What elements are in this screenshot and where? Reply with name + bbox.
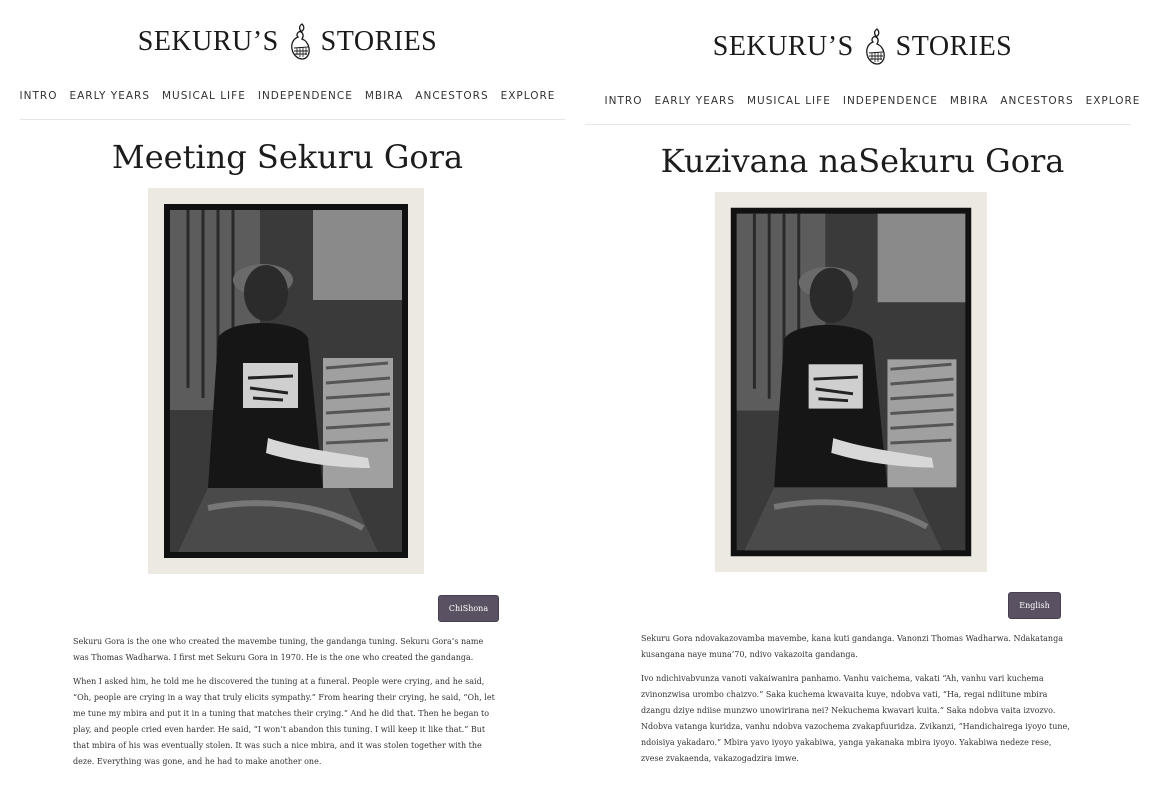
shona-page-panel: SEKURU’S STORIES INTRO EARLY YEARS MUSIC… <box>575 0 1150 800</box>
story-paragraph-2: When I asked him, he told me he discover… <box>73 677 495 766</box>
nav-item-musical-life[interactable]: MUSICAL LIFE <box>162 90 246 102</box>
nav-item-early-years[interactable]: EARLY YEARS <box>654 95 735 107</box>
story-text: Sekuru Gora ndovakazovamba mavembe, kana… <box>641 631 1071 775</box>
nav-item-intro[interactable]: INTRO <box>20 90 58 102</box>
nav-item-ancestors[interactable]: ANCESTORS <box>415 90 488 102</box>
story-paragraph-1: Sekuru Gora is the one who created the m… <box>73 637 484 662</box>
language-toggle-button[interactable]: ChiShona <box>438 595 499 622</box>
header-divider <box>20 119 565 120</box>
nav-item-early-years[interactable]: EARLY YEARS <box>69 90 150 102</box>
nav-item-mbira[interactable]: MBIRA <box>365 90 403 102</box>
brand-word-sekurus: SEKURU’S <box>712 31 854 62</box>
main-nav: INTRO EARLY YEARS MUSICAL LIFE INDEPENDE… <box>575 95 1150 107</box>
site-brand[interactable]: SEKURU’S STORIES <box>0 22 575 62</box>
language-toggle-button[interactable]: English <box>1008 592 1061 619</box>
gourd-mbira-logo-icon <box>862 27 888 67</box>
story-text: Sekuru Gora is the one who created the m… <box>73 634 498 778</box>
nav-item-ancestors[interactable]: ANCESTORS <box>1000 95 1073 107</box>
page-title: Meeting Sekuru Gora <box>111 138 464 176</box>
portrait-photo <box>148 188 424 574</box>
nav-item-mbira[interactable]: MBIRA <box>950 95 988 107</box>
brand-word-sekurus: SEKURU’S <box>137 26 279 57</box>
nav-item-musical-life[interactable]: MUSICAL LIFE <box>747 95 831 107</box>
brand-word-stories: STORIES <box>895 31 1013 62</box>
nav-item-independence[interactable]: INDEPENDENCE <box>843 95 938 107</box>
gourd-mbira-logo-icon <box>287 22 313 62</box>
story-paragraph-2: Ivo ndichivabvunza vanoti vakaiwanira pa… <box>641 674 1070 763</box>
header-divider <box>585 124 1130 125</box>
english-page-panel: SEKURU’S STORIES INTRO EARLY YEARS MUSIC… <box>0 0 575 800</box>
portrait-photo <box>715 192 987 572</box>
nav-item-independence[interactable]: INDEPENDENCE <box>258 90 353 102</box>
story-paragraph-1: Sekuru Gora ndovakazovamba mavembe, kana… <box>641 634 1063 659</box>
page-title: Kuzivana naSekuru Gora <box>660 142 1065 180</box>
nav-item-intro[interactable]: INTRO <box>605 95 643 107</box>
main-nav: INTRO EARLY YEARS MUSICAL LIFE INDEPENDE… <box>0 90 575 102</box>
brand-word-stories: STORIES <box>320 26 438 57</box>
site-brand[interactable]: SEKURU’S STORIES <box>575 27 1150 67</box>
nav-item-explore[interactable]: EXPLORE <box>1086 95 1141 107</box>
nav-item-explore[interactable]: EXPLORE <box>501 90 556 102</box>
